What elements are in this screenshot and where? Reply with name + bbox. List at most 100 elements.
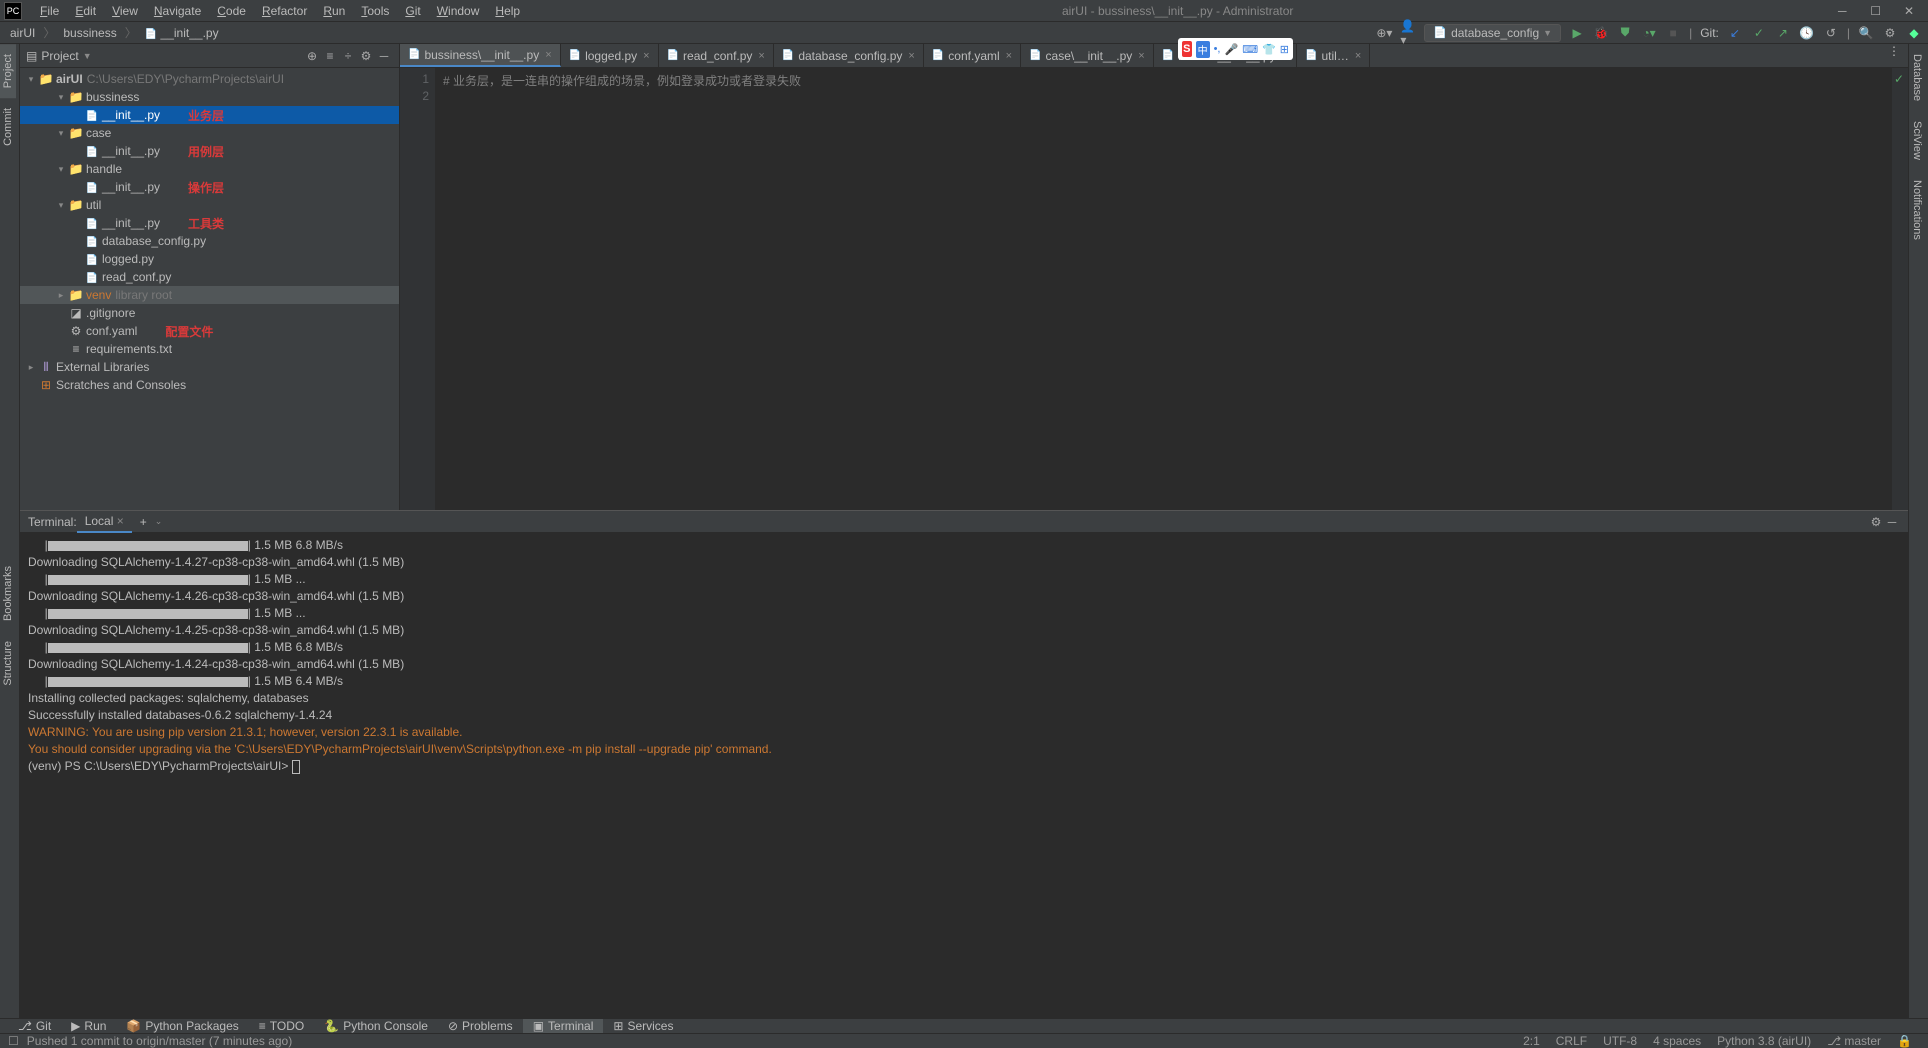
code-area[interactable]: # 业务层，是一连串的操作组成的场景，例如登录成功或者登录失败: [435, 68, 1892, 510]
tree-item[interactable]: ▾📁bussiness: [20, 88, 399, 106]
tool-tab-project[interactable]: Project: [0, 44, 16, 98]
expand-icon[interactable]: ≡: [321, 49, 339, 63]
menu-help[interactable]: Help: [487, 4, 528, 18]
tree-item[interactable]: 📄logged.py: [20, 250, 399, 268]
tree-item[interactable]: 📄database_config.py: [20, 232, 399, 250]
project-title[interactable]: Project: [41, 49, 78, 63]
minimize-button[interactable]: ─: [1827, 4, 1857, 18]
ime-lang[interactable]: 中: [1196, 41, 1210, 58]
terminal-dropdown-icon[interactable]: ⌄: [155, 516, 163, 527]
hide-icon[interactable]: ─: [375, 49, 393, 63]
tree-item[interactable]: 📄__init__.py操作层: [20, 178, 399, 196]
ime-keyboard-icon[interactable]: ⌨: [1242, 43, 1258, 56]
tree-item[interactable]: ▾📁handle: [20, 160, 399, 178]
editor-tab[interactable]: 📄conf.yaml×: [924, 44, 1021, 67]
new-terminal-button[interactable]: +: [132, 515, 155, 529]
editor[interactable]: 1 2 # 业务层，是一连串的操作组成的场景，例如登录成功或者登录失败 ✓: [400, 68, 1908, 510]
bottom-tool-services[interactable]: ⊞Services: [603, 1019, 683, 1033]
users-icon[interactable]: 👤▾: [1400, 25, 1416, 41]
close-icon[interactable]: ×: [1004, 50, 1012, 62]
settings-icon[interactable]: ⚙: [357, 49, 375, 63]
run-button[interactable]: ▶: [1569, 25, 1585, 41]
bottom-tool-python-console[interactable]: 🐍Python Console: [314, 1019, 438, 1033]
bottom-tool-run[interactable]: ▶Run: [61, 1019, 116, 1033]
tree-item[interactable]: ▸📁venvlibrary root: [20, 286, 399, 304]
tree-scratches[interactable]: ⊞Scratches and Consoles: [20, 376, 399, 394]
menu-refactor[interactable]: Refactor: [254, 4, 315, 18]
tree-item[interactable]: 📄__init__.py工具类: [20, 214, 399, 232]
coverage-button[interactable]: ⛊: [1617, 25, 1633, 41]
inspection-stripe[interactable]: ✓: [1892, 68, 1908, 510]
run-config-selector[interactable]: 📄 database_config ▼: [1424, 24, 1561, 42]
ime-toolbox-icon[interactable]: ⊞: [1280, 43, 1289, 56]
tree-root[interactable]: ▾📁airUIC:\Users\EDY\PycharmProjects\airU…: [20, 70, 399, 88]
breadcrumb-item[interactable]: bussiness: [59, 26, 120, 40]
tree-item[interactable]: 📄read_conf.py: [20, 268, 399, 286]
settings-icon[interactable]: ⚙: [1882, 25, 1898, 41]
tool-tab-sciview[interactable]: SciView: [1909, 111, 1925, 170]
menu-code[interactable]: Code: [209, 4, 254, 18]
editor-tabs-more[interactable]: ⋮: [1880, 44, 1908, 67]
bottom-tool-todo[interactable]: ≡TODO: [249, 1019, 314, 1033]
terminal-tab[interactable]: Local ×: [77, 511, 132, 533]
git-push-icon[interactable]: ↗: [1775, 25, 1791, 41]
close-icon[interactable]: ×: [117, 514, 124, 528]
git-branch[interactable]: ⎇ master: [1819, 1034, 1889, 1048]
tree-item[interactable]: ≡requirements.txt: [20, 340, 399, 358]
editor-tab[interactable]: 📄bussiness\__init__.py×: [400, 44, 561, 67]
tree-external-libs[interactable]: ▸⫴External Libraries: [20, 358, 399, 376]
breadcrumb-item[interactable]: airUI: [6, 26, 39, 40]
tool-tab-database[interactable]: Database: [1909, 44, 1925, 111]
caret-position[interactable]: 2:1: [1515, 1034, 1548, 1048]
project-tree[interactable]: ▾📁airUIC:\Users\EDY\PycharmProjects\airU…: [20, 68, 399, 396]
indent-info[interactable]: 4 spaces: [1645, 1034, 1709, 1048]
collapse-icon[interactable]: ÷: [339, 49, 357, 63]
menu-window[interactable]: Window: [429, 4, 488, 18]
menu-navigate[interactable]: Navigate: [146, 4, 209, 18]
menu-git[interactable]: Git: [397, 4, 428, 18]
close-icon[interactable]: ×: [1353, 50, 1361, 62]
locate-icon[interactable]: ⊕: [303, 49, 321, 63]
menu-run[interactable]: Run: [315, 4, 353, 18]
ime-punct-icon[interactable]: •,: [1214, 43, 1221, 55]
profile-button[interactable]: ◔▾: [1641, 25, 1657, 41]
debug-button[interactable]: 🐞: [1593, 25, 1609, 41]
tree-item[interactable]: ◪.gitignore: [20, 304, 399, 322]
bottom-tool-terminal[interactable]: ▣Terminal: [523, 1019, 604, 1033]
terminal-hide-icon[interactable]: ─: [1884, 514, 1900, 530]
close-icon[interactable]: ×: [1136, 50, 1144, 62]
tree-item[interactable]: ▾📁util: [20, 196, 399, 214]
ime-mic-icon[interactable]: 🎤: [1224, 43, 1238, 56]
avatar-icon[interactable]: ◆: [1906, 25, 1922, 41]
status-icon[interactable]: ☐: [8, 1034, 19, 1048]
tool-tab-structure[interactable]: Structure: [0, 631, 16, 696]
editor-tab[interactable]: 📄logged.py×: [561, 44, 659, 67]
git-update-icon[interactable]: ↙: [1727, 25, 1743, 41]
editor-tab[interactable]: 📄database_config.py×: [774, 44, 924, 67]
stop-button[interactable]: ■: [1665, 25, 1681, 41]
git-commit-icon[interactable]: ✓: [1751, 25, 1767, 41]
add-config-icon[interactable]: ⊕▾: [1376, 25, 1392, 41]
file-encoding[interactable]: UTF-8: [1595, 1034, 1645, 1048]
git-rollback-icon[interactable]: ↺: [1823, 25, 1839, 41]
bottom-tool-git[interactable]: ⎇Git: [8, 1019, 61, 1033]
ime-toolbar[interactable]: S 中 •, 🎤 ⌨ 👕 ⊞: [1178, 38, 1293, 60]
breadcrumb-item[interactable]: 📄 __init__.py: [141, 26, 223, 40]
bottom-tool-python-packages[interactable]: 📦Python Packages: [116, 1019, 248, 1033]
line-separator[interactable]: CRLF: [1548, 1034, 1595, 1048]
menu-edit[interactable]: Edit: [67, 4, 104, 18]
maximize-button[interactable]: ☐: [1861, 4, 1891, 18]
tool-tab-commit[interactable]: Commit: [0, 98, 16, 156]
tool-tab-bookmarks[interactable]: Bookmarks: [0, 556, 16, 631]
search-icon[interactable]: 🔍: [1858, 25, 1874, 41]
tree-item[interactable]: 📄__init__.py业务层: [20, 106, 399, 124]
dropdown-icon[interactable]: ▼: [83, 51, 92, 61]
close-icon[interactable]: ×: [756, 50, 764, 62]
interpreter[interactable]: Python 3.8 (airUI): [1709, 1034, 1819, 1048]
readonly-lock-icon[interactable]: 🔒: [1889, 1034, 1920, 1048]
menu-view[interactable]: View: [104, 4, 146, 18]
menu-file[interactable]: File: [32, 4, 67, 18]
editor-tab[interactable]: 📄case\__init__.py×: [1021, 44, 1154, 67]
terminal-output[interactable]: || 1.5 MB 6.8 MB/s Downloading SQLAlchem…: [20, 533, 1908, 779]
menu-tools[interactable]: Tools: [353, 4, 397, 18]
